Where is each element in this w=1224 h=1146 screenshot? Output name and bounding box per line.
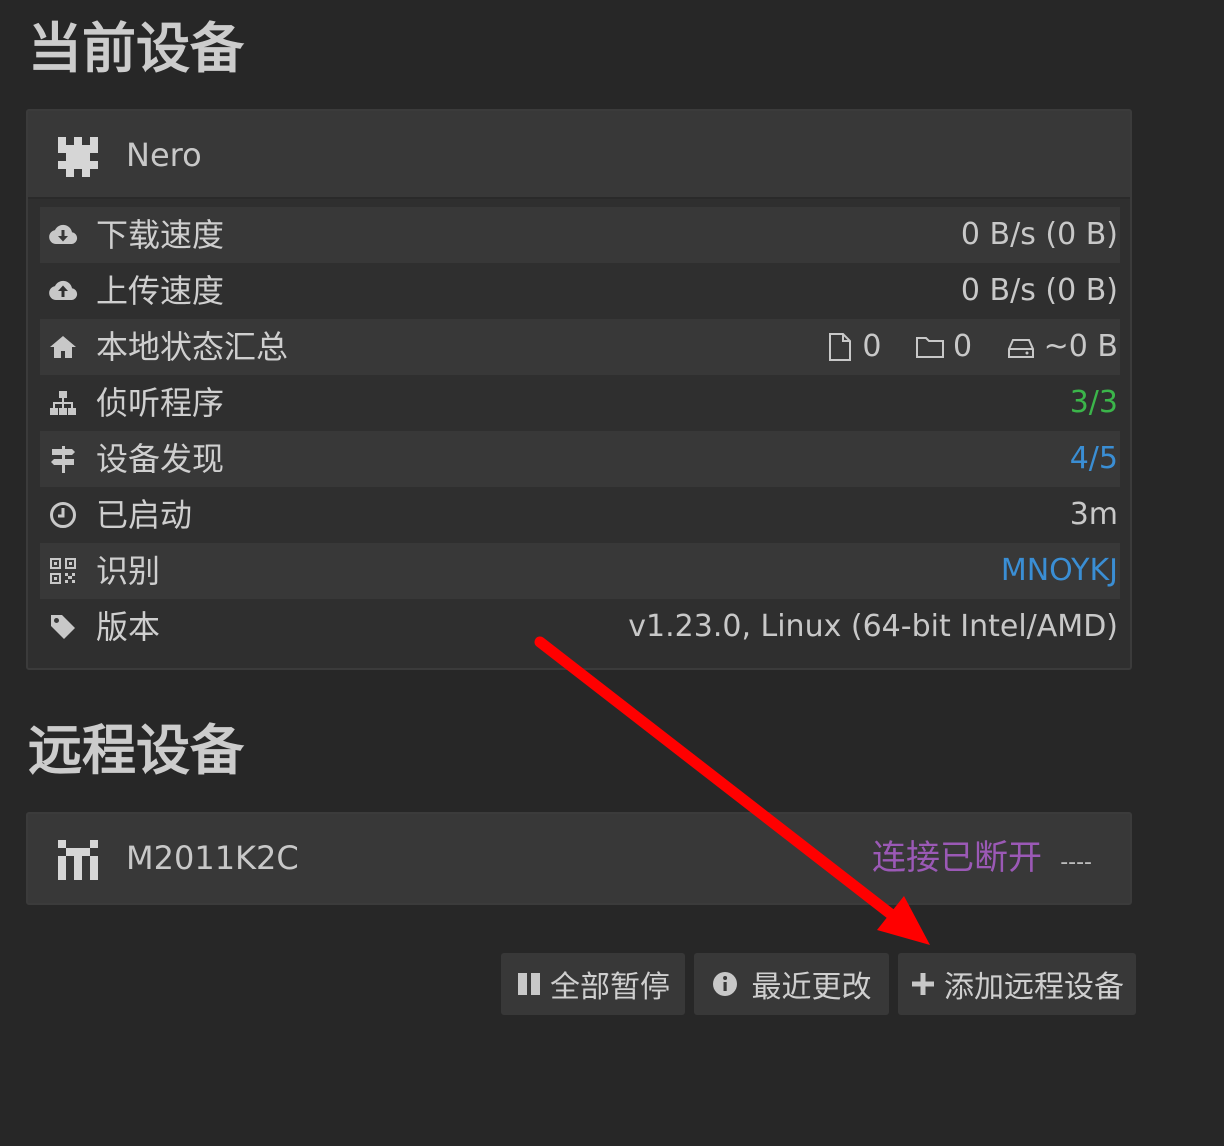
add-remote-device-button[interactable]: 添加远程设备 xyxy=(898,953,1136,1015)
home-icon xyxy=(50,336,76,358)
remote-device-panel[interactable]: M2011K2C 连接已断开 ---- xyxy=(26,812,1132,905)
version-value: v1.23.0, Linux (64-bit Intel/AMD) xyxy=(628,609,1118,644)
remote-devices-title: 远程设备 xyxy=(28,719,244,782)
qrcode-icon xyxy=(50,558,76,584)
row-download-rate: 下载速度 0 B/s (0 B) xyxy=(40,207,1120,263)
remote-device-extra: ---- xyxy=(1060,850,1092,875)
row-label: 本地状态汇总 xyxy=(96,328,289,366)
row-label: 下载速度 xyxy=(96,216,225,254)
local-size: ~0 B xyxy=(1043,329,1118,364)
device-identicon-icon xyxy=(58,137,98,177)
cloud-download-icon xyxy=(49,224,78,244)
discovery-value[interactable]: 4/5 xyxy=(1070,431,1118,487)
file-count-stat: 0 xyxy=(826,319,881,375)
row-label: 侦听程序 xyxy=(96,384,225,422)
remote-device-name: M2011K2C xyxy=(126,839,299,877)
current-device-title: 当前设备 xyxy=(28,17,244,80)
clock-icon xyxy=(50,502,76,528)
current-device-header[interactable]: Nero xyxy=(28,111,1130,199)
row-local-state: 本地状态汇总 0 0 ~0 B xyxy=(40,319,1120,375)
signpost-icon xyxy=(51,446,75,473)
row-upload-rate: 上传速度 0 B/s (0 B) xyxy=(40,263,1120,319)
row-label: 已启动 xyxy=(96,496,193,534)
pause-icon xyxy=(518,973,540,995)
page: 当前设备 Nero 下载速度 0 B/s (0 B) 上传速度 0 B/s (0… xyxy=(0,0,1224,1146)
row-label: 版本 xyxy=(96,608,161,646)
row-identification: 识别 MNOYKJ xyxy=(40,543,1120,599)
listeners-value[interactable]: 3/3 xyxy=(1070,375,1118,431)
plus-icon xyxy=(912,973,934,995)
sitemap-icon xyxy=(50,391,76,415)
row-listeners: 侦听程序 3/3 xyxy=(40,375,1120,431)
device-info-rows: 下载速度 0 B/s (0 B) 上传速度 0 B/s (0 B) 本地状态汇总 xyxy=(40,207,1120,655)
local-state-stats: 0 0 ~0 B xyxy=(802,319,1118,381)
file-count: 0 xyxy=(862,329,882,364)
folder-count-stat: 0 xyxy=(915,319,972,375)
recent-changes-label: 最近更改 xyxy=(751,970,872,1005)
row-label: 上传速度 xyxy=(96,272,225,310)
hdd-icon xyxy=(1007,339,1034,358)
row-discovery: 设备发现 4/5 xyxy=(40,431,1120,487)
size-stat: ~0 B xyxy=(1006,319,1118,375)
folder-icon xyxy=(916,337,945,358)
row-label: 识别 xyxy=(96,552,161,590)
tag-icon xyxy=(51,615,75,639)
pause-all-button[interactable]: 全部暂停 xyxy=(501,953,685,1015)
row-value: 0 B/s (0 B) xyxy=(960,273,1118,308)
uptime-value: 3m xyxy=(1069,497,1118,532)
file-icon xyxy=(829,333,852,361)
info-circle-icon xyxy=(712,972,737,996)
device-identicon-icon xyxy=(58,840,98,880)
row-label: 设备发现 xyxy=(96,440,225,478)
current-device-name: Nero xyxy=(126,136,202,174)
row-version: 版本 v1.23.0, Linux (64-bit Intel/AMD) xyxy=(40,599,1120,655)
row-uptime: 已启动 3m xyxy=(40,487,1120,543)
device-id-value[interactable]: MNOYKJ xyxy=(1001,543,1118,599)
folder-count: 0 xyxy=(953,329,973,364)
pause-all-label: 全部暂停 xyxy=(550,970,670,1005)
row-value: 0 B/s (0 B) xyxy=(960,217,1118,252)
remote-device-status: 连接已断开 xyxy=(872,838,1042,878)
cloud-upload-icon xyxy=(49,280,78,300)
add-remote-device-label: 添加远程设备 xyxy=(944,970,1124,1005)
recent-changes-button[interactable]: 最近更改 xyxy=(694,953,889,1015)
current-device-panel: Nero 下载速度 0 B/s (0 B) 上传速度 0 B/s (0 B) 本… xyxy=(26,109,1132,670)
